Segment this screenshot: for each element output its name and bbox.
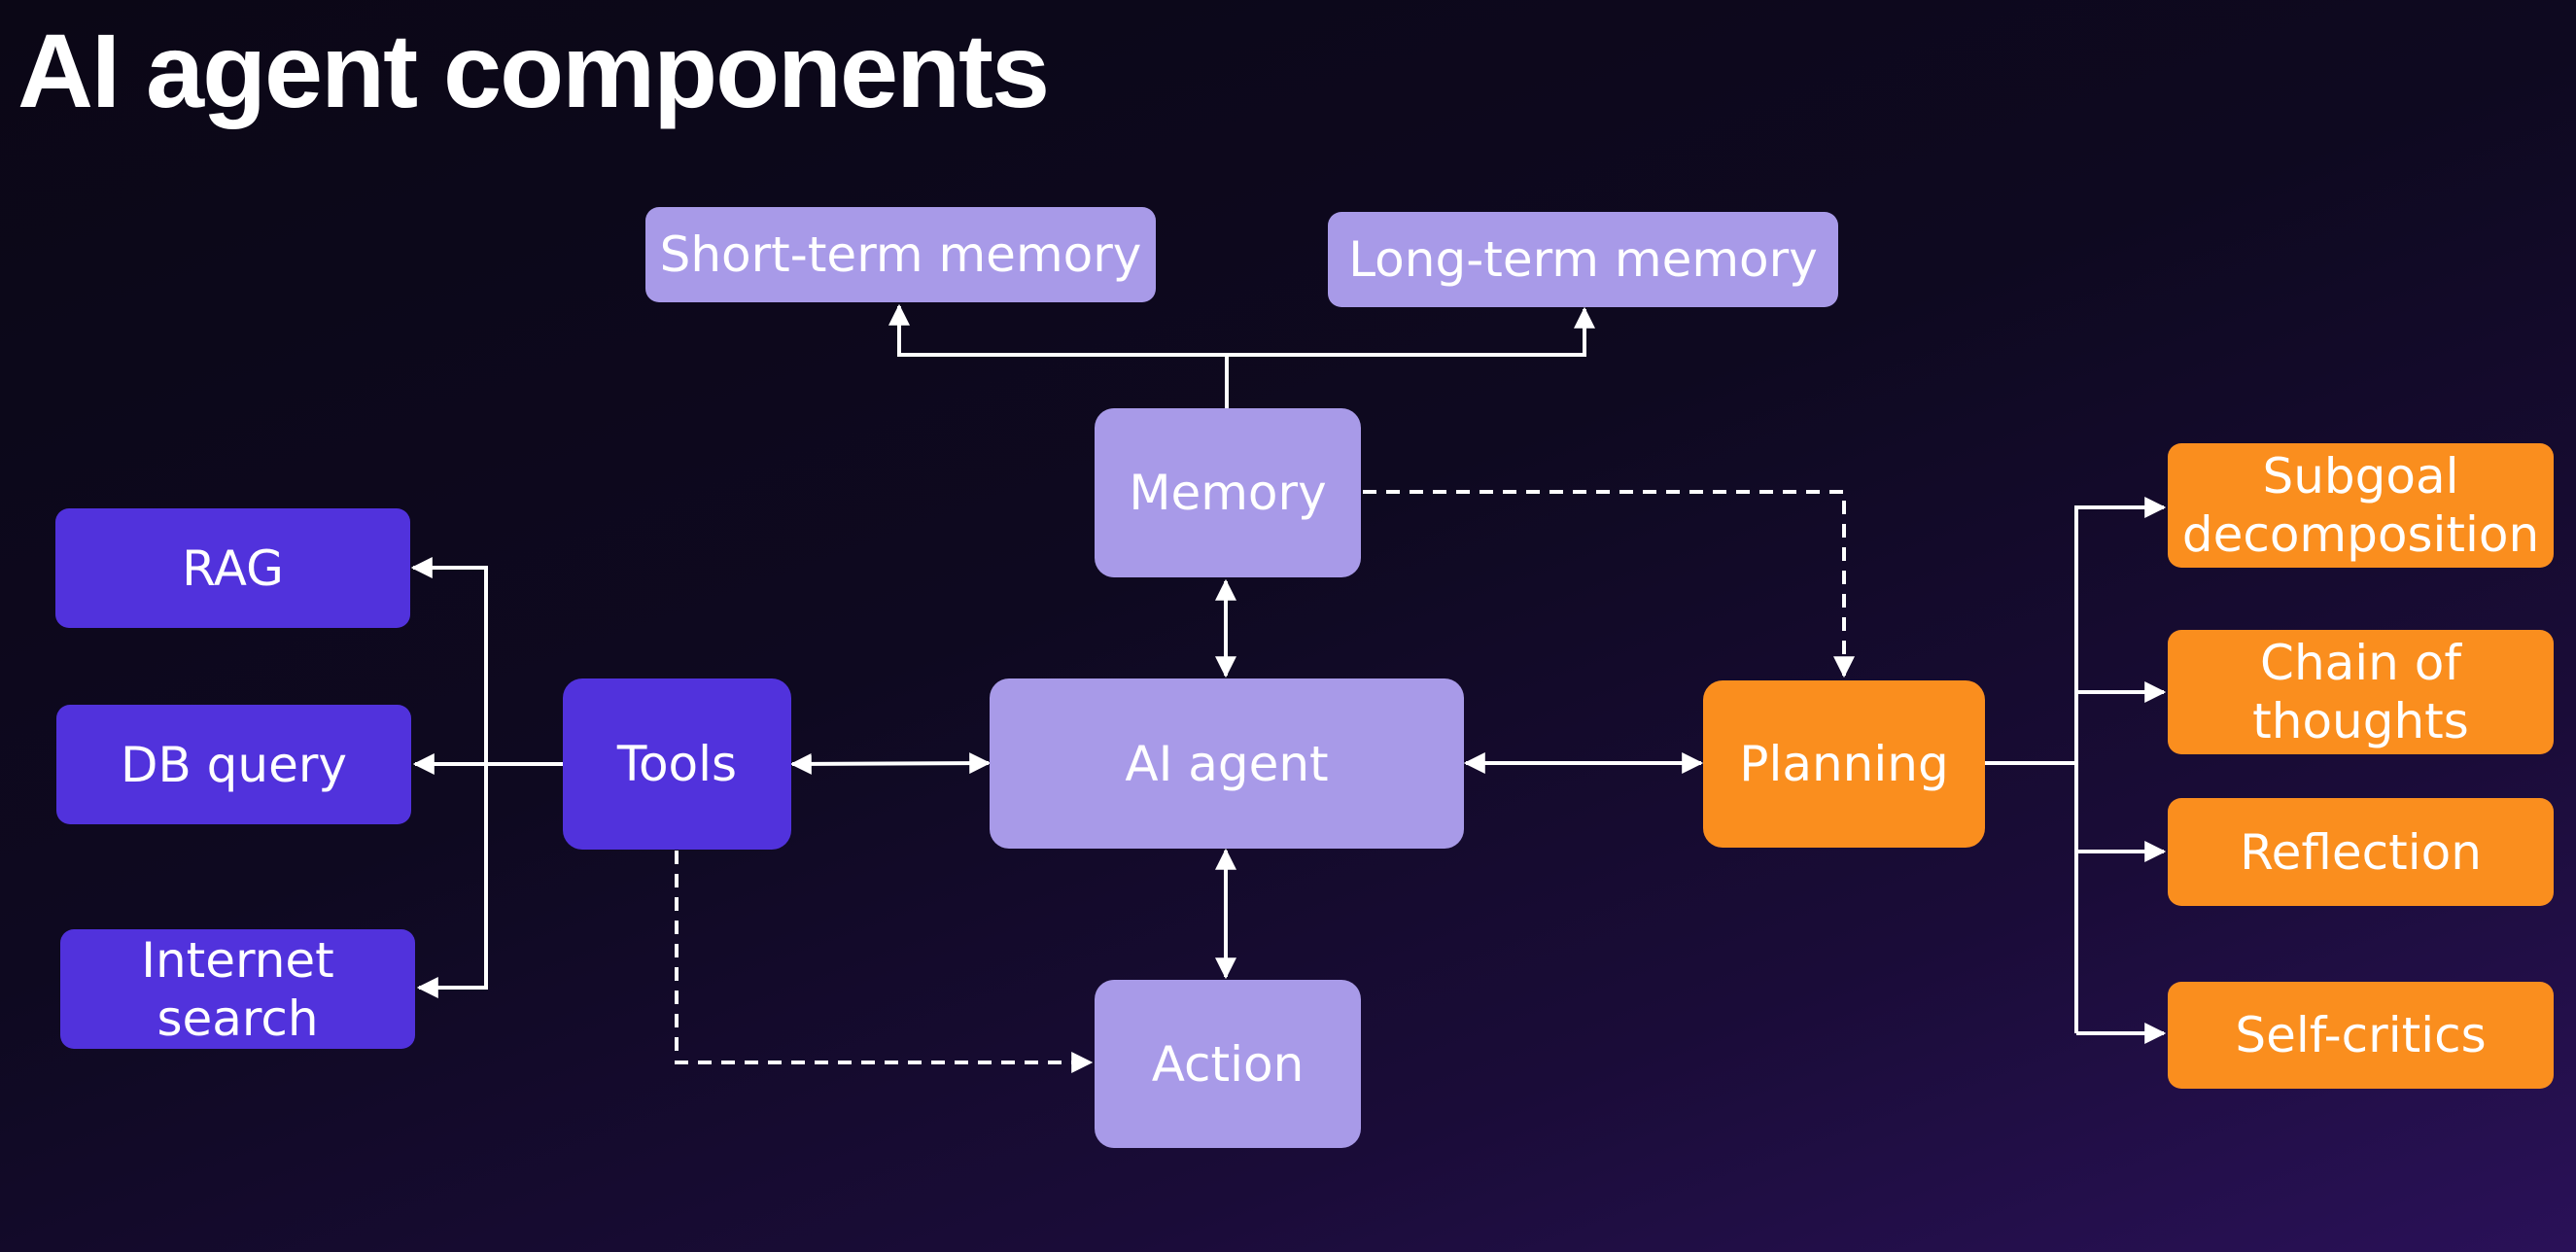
- short-term-memory-node: Short-term memory: [645, 207, 1156, 302]
- memory-label: Memory: [1129, 465, 1327, 521]
- long-term-memory-node: Long-term memory: [1328, 212, 1838, 307]
- db-query-label: DB query: [120, 736, 348, 793]
- edge-memory-short-term: [888, 303, 1229, 408]
- rag-label: RAG: [182, 539, 284, 597]
- action-label: Action: [1151, 1035, 1305, 1093]
- self-critics-node: Self-critics: [2168, 982, 2554, 1089]
- short-term-memory-label: Short-term memory: [659, 226, 1142, 283]
- reflection-node: Reflection: [2168, 798, 2554, 906]
- reflection-label: Reflection: [2240, 823, 2482, 881]
- edge-planning-subgoal: [2074, 497, 2167, 1033]
- memory-node: Memory: [1095, 408, 1361, 577]
- subgoal-decomposition-label: Subgoal decomposition: [2181, 448, 2540, 563]
- edge-tools-internet-search: [416, 764, 488, 998]
- db-query-node: DB query: [56, 705, 411, 824]
- chain-of-thoughts-label: Chain of thoughts: [2252, 635, 2469, 749]
- self-critics-label: Self-critics: [2235, 1007, 2487, 1063]
- ai-agent-label: AI agent: [1125, 735, 1329, 792]
- edge-memory-planning: [1363, 490, 1855, 678]
- planning-label: Planning: [1739, 736, 1949, 792]
- subgoal-decomposition-node: Subgoal decomposition: [2168, 443, 2554, 568]
- edge-memory-long-term: [1227, 306, 1595, 357]
- rag-node: RAG: [55, 508, 410, 628]
- action-node: Action: [1095, 980, 1361, 1148]
- planning-node: Planning: [1703, 680, 1985, 848]
- ai-agent-node: AI agent: [990, 678, 1464, 849]
- edge-agent-tools: [789, 752, 992, 775]
- tools-label: Tools: [616, 736, 738, 792]
- edge-tools-rag: [410, 557, 564, 766]
- edge-tools-action: [675, 851, 1094, 1073]
- internet-search-node: Internet search: [60, 929, 415, 1049]
- internet-search-label: Internet search: [141, 931, 334, 1047]
- chain-of-thoughts-node: Chain of thoughts: [2168, 630, 2554, 754]
- tools-node: Tools: [563, 678, 791, 850]
- long-term-memory-label: Long-term memory: [1348, 231, 1818, 288]
